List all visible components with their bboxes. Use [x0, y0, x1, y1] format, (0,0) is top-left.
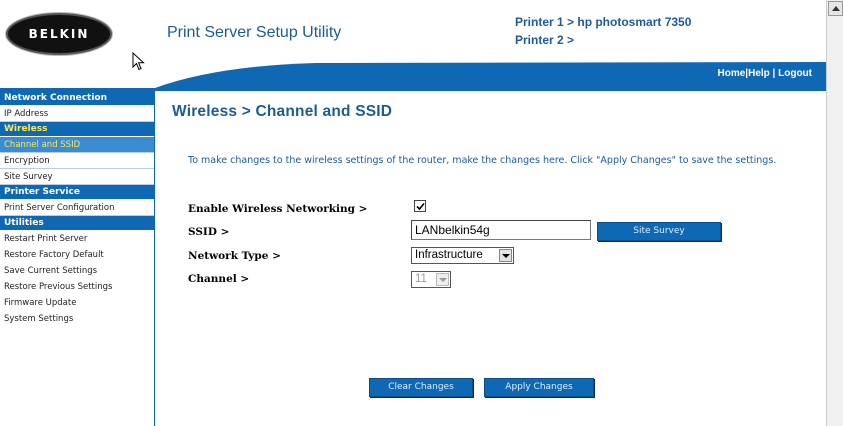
sidebar-item-restart-print-server[interactable]: Restart Print Server — [0, 231, 154, 247]
top-nav-links: Home|Help | Logout — [717, 68, 812, 79]
printer-2-link[interactable]: Printer 2 > — [515, 33, 574, 47]
sidebar-heading-wireless: Wireless — [0, 122, 154, 137]
logo-text: BELKIN — [28, 27, 90, 41]
sidebar-heading-network-connection: Network Connection — [0, 91, 154, 106]
sidebar-item-print-server-configuration[interactable]: Print Server Configuration — [0, 200, 154, 216]
nav-separator: | — [769, 68, 779, 79]
checkmark-icon — [416, 202, 425, 211]
sidebar-item-firmware-update[interactable]: Firmware Update — [0, 295, 154, 311]
arrow-up-icon — [832, 6, 840, 11]
network-type-select[interactable]: Infrastructure — [411, 247, 514, 264]
sidebar-item-restore-factory-default[interactable]: Restore Factory Default — [0, 247, 154, 263]
header: BELKIN Print Server Setup Utility Printe… — [0, 0, 826, 88]
sidebar: Network Connection IP Address Wireless C… — [0, 91, 155, 426]
sidebar-item-system-settings[interactable]: System Settings — [0, 311, 154, 327]
chevron-down-icon — [439, 278, 447, 282]
home-link[interactable]: Home — [717, 68, 745, 79]
belkin-logo: BELKIN — [6, 13, 112, 55]
app-title: Print Server Setup Utility — [167, 24, 342, 41]
intro-text: To make changes to the wireless settings… — [188, 155, 777, 166]
sidebar-heading-printer-service: Printer Service — [0, 185, 154, 200]
enable-wireless-checkbox[interactable] — [414, 200, 426, 212]
mouse-pointer-icon — [132, 52, 145, 71]
help-link[interactable]: Help — [748, 68, 770, 79]
apply-changes-button[interactable]: Apply Changes — [484, 378, 594, 397]
dropdown-arrow[interactable] — [436, 273, 449, 286]
top-nav-bar: Home|Help | Logout — [155, 62, 826, 88]
sidebar-item-site-survey[interactable]: Site Survey — [0, 169, 154, 185]
sidebar-item-channel-and-ssid[interactable]: Channel and SSID — [0, 137, 154, 153]
sidebar-item-restore-previous-settings[interactable]: Restore Previous Settings — [0, 279, 154, 295]
logout-link[interactable]: Logout — [778, 68, 812, 79]
sidebar-item-ip-address[interactable]: IP Address — [0, 106, 154, 122]
chevron-down-icon — [502, 254, 510, 258]
ssid-input[interactable] — [411, 220, 591, 240]
channel-value: 11 — [415, 273, 427, 285]
network-type-value: Infrastructure — [415, 249, 483, 261]
site-survey-button[interactable]: Site Survey — [597, 222, 721, 241]
printer-1-link[interactable]: Printer 1 > hp photosmart 7350 — [515, 15, 691, 29]
clear-changes-button[interactable]: Clear Changes — [369, 378, 473, 397]
vertical-scrollbar[interactable] — [826, 0, 843, 426]
sidebar-item-save-current-settings[interactable]: Save Current Settings — [0, 263, 154, 279]
dropdown-arrow[interactable] — [499, 249, 512, 262]
enable-wireless-label: Enable Wireless Networking > — [188, 203, 368, 215]
sidebar-item-encryption[interactable]: Encryption — [0, 153, 154, 169]
network-type-label: Network Type > — [188, 250, 281, 262]
channel-label: Channel > — [188, 273, 250, 285]
ssid-label: SSID > — [188, 226, 230, 238]
sidebar-heading-utilities: Utilities — [0, 216, 154, 231]
page-title: Wireless > Channel and SSID — [172, 103, 393, 120]
scroll-up-button[interactable] — [828, 1, 843, 16]
channel-select[interactable]: 11 — [411, 271, 451, 288]
